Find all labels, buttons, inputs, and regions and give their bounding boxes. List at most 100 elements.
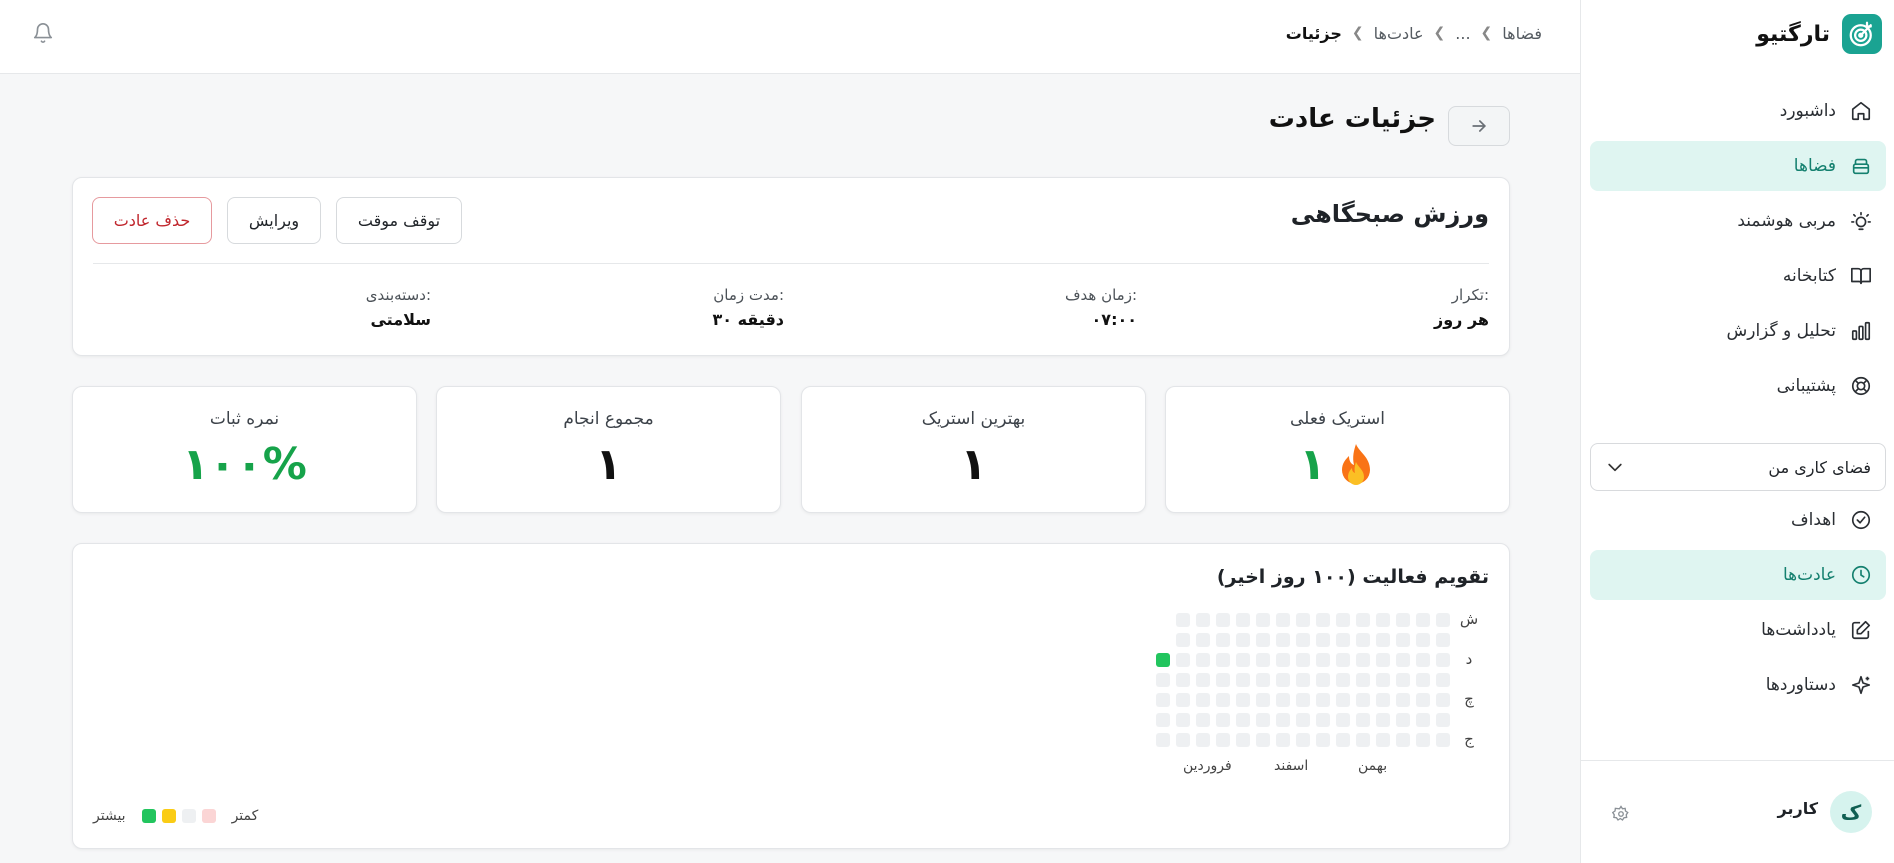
- activity-day-cell[interactable]: [1356, 613, 1370, 627]
- activity-day-cell[interactable]: [1316, 733, 1330, 747]
- activity-day-cell[interactable]: [1436, 613, 1450, 627]
- activity-day-cell[interactable]: [1216, 613, 1230, 627]
- activity-day-cell[interactable]: [1236, 713, 1250, 727]
- activity-day-cell[interactable]: [1416, 633, 1430, 647]
- activity-day-cell[interactable]: [1416, 733, 1430, 747]
- sidebar-item-analytics[interactable]: تحلیل و گزارش: [1590, 306, 1886, 356]
- activity-day-cell[interactable]: [1376, 693, 1390, 707]
- activity-day-cell[interactable]: [1416, 713, 1430, 727]
- activity-day-cell[interactable]: [1256, 653, 1270, 667]
- activity-day-cell[interactable]: [1216, 713, 1230, 727]
- activity-day-cell[interactable]: [1376, 673, 1390, 687]
- activity-day-cell[interactable]: [1176, 693, 1190, 707]
- activity-day-cell[interactable]: [1436, 633, 1450, 647]
- breadcrumb-habits[interactable]: عادت‌ها: [1374, 24, 1424, 43]
- workspace-selector[interactable]: فضای کاری من: [1590, 443, 1886, 491]
- breadcrumb-ellipsis[interactable]: ...: [1455, 24, 1470, 43]
- activity-day-cell[interactable]: [1336, 673, 1350, 687]
- activity-day-cell[interactable]: [1376, 633, 1390, 647]
- activity-day-cell[interactable]: [1156, 653, 1170, 667]
- activity-day-cell[interactable]: [1276, 613, 1290, 627]
- activity-day-cell[interactable]: [1316, 713, 1330, 727]
- activity-day-cell[interactable]: [1336, 693, 1350, 707]
- activity-day-cell[interactable]: [1216, 733, 1230, 747]
- activity-day-cell[interactable]: [1216, 673, 1230, 687]
- activity-day-cell[interactable]: [1256, 673, 1270, 687]
- activity-day-cell[interactable]: [1236, 733, 1250, 747]
- activity-day-cell[interactable]: [1256, 613, 1270, 627]
- activity-day-cell[interactable]: [1156, 713, 1170, 727]
- activity-day-cell[interactable]: [1416, 693, 1430, 707]
- sidebar-item-dashboard[interactable]: داشبورد: [1590, 86, 1886, 136]
- gear-icon[interactable]: [1612, 805, 1630, 823]
- sidebar-item-smart-coach[interactable]: مربی هوشمند: [1590, 196, 1886, 246]
- activity-day-cell[interactable]: [1156, 693, 1170, 707]
- activity-day-cell[interactable]: [1376, 733, 1390, 747]
- activity-day-cell[interactable]: [1196, 653, 1210, 667]
- activity-day-cell[interactable]: [1356, 653, 1370, 667]
- activity-day-cell[interactable]: [1376, 713, 1390, 727]
- activity-day-cell[interactable]: [1236, 633, 1250, 647]
- activity-day-cell[interactable]: [1196, 613, 1210, 627]
- activity-day-cell[interactable]: [1196, 633, 1210, 647]
- activity-day-cell[interactable]: [1396, 693, 1410, 707]
- activity-day-cell[interactable]: [1336, 653, 1350, 667]
- activity-day-cell[interactable]: [1236, 613, 1250, 627]
- activity-day-cell[interactable]: [1156, 673, 1170, 687]
- activity-day-cell[interactable]: [1376, 613, 1390, 627]
- breadcrumb-spaces[interactable]: فضاها: [1502, 24, 1542, 43]
- activity-day-cell[interactable]: [1276, 733, 1290, 747]
- activity-day-cell[interactable]: [1176, 713, 1190, 727]
- activity-day-cell[interactable]: [1296, 673, 1310, 687]
- activity-day-cell[interactable]: [1256, 713, 1270, 727]
- activity-day-cell[interactable]: [1336, 713, 1350, 727]
- activity-day-cell[interactable]: [1316, 673, 1330, 687]
- activity-day-cell[interactable]: [1276, 693, 1290, 707]
- activity-day-cell[interactable]: [1176, 673, 1190, 687]
- activity-day-cell[interactable]: [1296, 693, 1310, 707]
- activity-day-cell[interactable]: [1216, 653, 1230, 667]
- activity-day-cell[interactable]: [1276, 633, 1290, 647]
- activity-day-cell[interactable]: [1396, 673, 1410, 687]
- activity-day-cell[interactable]: [1396, 613, 1410, 627]
- activity-day-cell[interactable]: [1156, 733, 1170, 747]
- back-button[interactable]: [1448, 106, 1510, 146]
- activity-day-cell[interactable]: [1436, 693, 1450, 707]
- activity-day-cell[interactable]: [1236, 653, 1250, 667]
- activity-day-cell[interactable]: [1336, 613, 1350, 627]
- activity-day-cell[interactable]: [1256, 693, 1270, 707]
- activity-day-cell[interactable]: [1436, 653, 1450, 667]
- pause-button[interactable]: توقف موقت: [336, 197, 462, 244]
- activity-day-cell[interactable]: [1276, 713, 1290, 727]
- user-profile[interactable]: ک کاربر: [1580, 760, 1894, 863]
- activity-day-cell[interactable]: [1336, 633, 1350, 647]
- activity-day-cell[interactable]: [1196, 673, 1210, 687]
- activity-day-cell[interactable]: [1256, 633, 1270, 647]
- activity-day-cell[interactable]: [1356, 693, 1370, 707]
- activity-day-cell[interactable]: [1436, 713, 1450, 727]
- activity-day-cell[interactable]: [1376, 653, 1390, 667]
- activity-day-cell[interactable]: [1296, 613, 1310, 627]
- activity-day-cell[interactable]: [1356, 673, 1370, 687]
- activity-day-cell[interactable]: [1416, 673, 1430, 687]
- edit-button[interactable]: ویرایش: [227, 197, 321, 244]
- activity-day-cell[interactable]: [1296, 633, 1310, 647]
- activity-day-cell[interactable]: [1416, 613, 1430, 627]
- sidebar-item-achievements[interactable]: دستاوردها: [1590, 660, 1886, 710]
- activity-day-cell[interactable]: [1336, 733, 1350, 747]
- sidebar-item-notes[interactable]: یادداشت‌ها: [1590, 605, 1886, 655]
- activity-day-cell[interactable]: [1316, 693, 1330, 707]
- activity-day-cell[interactable]: [1296, 653, 1310, 667]
- activity-day-cell[interactable]: [1276, 673, 1290, 687]
- activity-day-cell[interactable]: [1256, 733, 1270, 747]
- sidebar-item-library[interactable]: کتابخانه: [1590, 251, 1886, 301]
- activity-day-cell[interactable]: [1436, 733, 1450, 747]
- activity-day-cell[interactable]: [1216, 693, 1230, 707]
- activity-day-cell[interactable]: [1396, 633, 1410, 647]
- activity-day-cell[interactable]: [1196, 693, 1210, 707]
- brand[interactable]: تارگتیو: [1756, 14, 1882, 54]
- activity-day-cell[interactable]: [1196, 713, 1210, 727]
- sidebar-item-spaces[interactable]: فضاها: [1590, 141, 1886, 191]
- activity-day-cell[interactable]: [1396, 713, 1410, 727]
- activity-day-cell[interactable]: [1316, 633, 1330, 647]
